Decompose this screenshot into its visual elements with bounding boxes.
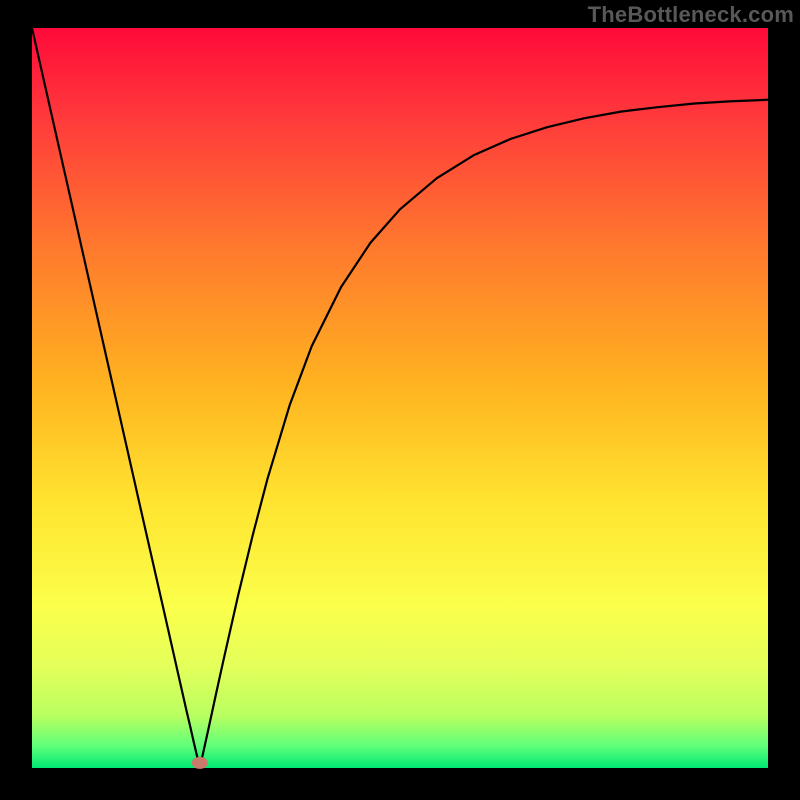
watermark-text: TheBottleneck.com	[588, 2, 794, 28]
plot-background	[32, 28, 768, 768]
chart-frame: TheBottleneck.com	[0, 0, 800, 800]
optimal-point-marker	[192, 757, 208, 769]
chart-plot	[0, 0, 800, 800]
